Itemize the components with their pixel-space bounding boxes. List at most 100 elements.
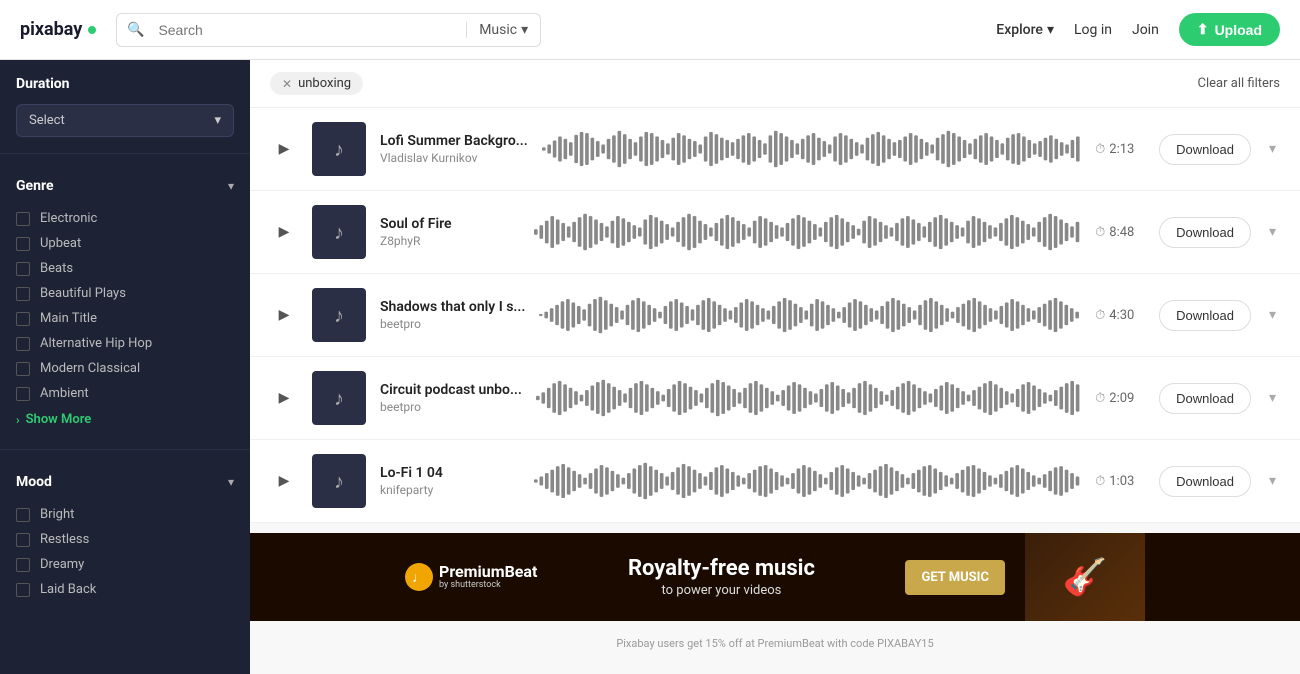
genre-filter-item[interactable]: Electronic	[16, 206, 234, 231]
expand-button[interactable]: ▾	[1265, 386, 1280, 410]
genre-filter-item[interactable]: Upbeat	[16, 231, 234, 256]
mood-label: Restless	[40, 532, 89, 547]
download-button[interactable]: Download	[1159, 300, 1251, 331]
track-duration: ⏱ 4:30	[1095, 308, 1145, 323]
mood-checkbox[interactable]	[16, 558, 30, 572]
waveform[interactable]	[539, 295, 1081, 335]
mood-label: Bright	[40, 507, 74, 522]
waveform[interactable]	[536, 378, 1081, 418]
track-artist: Z8phyR	[380, 234, 520, 248]
expand-button[interactable]: ▾	[1265, 137, 1280, 161]
genre-checkbox[interactable]	[16, 237, 30, 251]
ad-cta-button[interactable]: GET MUSIC	[905, 560, 1005, 595]
chevron-down-icon: ▾	[1047, 22, 1054, 38]
music-note-icon: ♪	[334, 469, 344, 494]
duration-select-label: Select	[29, 113, 65, 128]
genre-filter-item[interactable]: Beats	[16, 256, 234, 281]
explore-button[interactable]: Explore ▾	[996, 22, 1054, 38]
logo-dot	[88, 26, 96, 34]
duration-value: 2:13	[1109, 142, 1134, 157]
genre-checkbox[interactable]	[16, 262, 30, 276]
genre-filter-item[interactable]: Main Title	[16, 306, 234, 331]
duration-value: 2:09	[1109, 391, 1134, 406]
show-more-button[interactable]: › Show More	[16, 406, 234, 433]
clock-icon: ⏱	[1095, 391, 1105, 406]
genre-filter-item[interactable]: Beautiful Plays	[16, 281, 234, 306]
track-artist: Vladislav Kurnikov	[380, 151, 528, 165]
waveform-svg	[536, 378, 1081, 418]
genre-filter-item[interactable]: Ambient	[16, 381, 234, 406]
expand-button[interactable]: ▾	[1265, 303, 1280, 327]
genre-filter-item[interactable]: Modern Classical	[16, 356, 234, 381]
track-list: ▶ ♪ Lofi Summer Backgro... Vladislav Kur…	[250, 108, 1300, 523]
show-more-label: Show More	[26, 412, 92, 427]
track-title: Lo-Fi 1 04	[380, 465, 520, 481]
genre-checkbox[interactable]	[16, 212, 30, 226]
track-info: Circuit podcast unbo... beetpro	[380, 382, 522, 414]
mood-filter-item[interactable]: Dreamy	[16, 552, 234, 577]
track-item: ▶ ♪ Shadows that only I s... beetpro ⏱ 4…	[250, 274, 1300, 357]
chevron-down-icon: ▾	[214, 113, 221, 128]
download-button[interactable]: Download	[1159, 217, 1251, 248]
music-note-icon: ♪	[334, 220, 344, 245]
download-button[interactable]: Download	[1159, 466, 1251, 497]
genre-checkbox[interactable]	[16, 362, 30, 376]
login-button[interactable]: Log in	[1074, 22, 1112, 38]
genre-section-header: Genre ▾	[16, 178, 234, 194]
track-item: ▶ ♪ Soul of Fire Z8phyR ⏱ 8:48 Download …	[250, 191, 1300, 274]
genre-label: Ambient	[40, 386, 89, 401]
clear-filters-button[interactable]: Clear all filters	[1198, 76, 1280, 91]
download-button[interactable]: Download	[1159, 383, 1251, 414]
clock-icon: ⏱	[1095, 225, 1105, 240]
search-icon: 🔍	[117, 22, 154, 38]
divider	[0, 449, 250, 450]
genre-checkbox[interactable]	[16, 337, 30, 351]
genre-checkbox[interactable]	[16, 387, 30, 401]
track-duration: ⏱ 2:13	[1095, 142, 1145, 157]
music-note-icon: ♪	[334, 137, 344, 162]
play-button[interactable]: ▶	[270, 218, 298, 246]
genre-checkbox[interactable]	[16, 287, 30, 301]
track-thumbnail: ♪	[312, 122, 366, 176]
genre-filter-item[interactable]: Alternative Hip Hop	[16, 331, 234, 356]
waveform[interactable]	[542, 129, 1081, 169]
genre-label: Beats	[40, 261, 73, 276]
expand-button[interactable]: ▾	[1265, 469, 1280, 493]
play-button[interactable]: ▶	[270, 467, 298, 495]
track-duration: ⏱ 8:48	[1095, 225, 1145, 240]
upload-button[interactable]: ⬆ Upload	[1179, 13, 1280, 46]
ad-footer: Pixabay users get 15% off at PremiumBeat…	[250, 631, 1300, 656]
mood-checkbox[interactable]	[16, 583, 30, 597]
track-duration: ⏱ 2:09	[1095, 391, 1145, 406]
download-button[interactable]: Download	[1159, 134, 1251, 165]
mood-filter-item[interactable]: Restless	[16, 527, 234, 552]
duration-select[interactable]: Select ▾	[16, 104, 234, 137]
explore-label: Explore	[996, 22, 1043, 38]
chevron-right-icon: ›	[16, 413, 20, 427]
genre-checkbox[interactable]	[16, 312, 30, 326]
search-type-dropdown[interactable]: Music ▾	[466, 22, 540, 38]
mood-filter-item[interactable]: Bright	[16, 502, 234, 527]
mood-filter-item[interactable]: Laid Back	[16, 577, 234, 602]
play-button[interactable]: ▶	[270, 301, 298, 329]
remove-filter-button[interactable]: ✕	[282, 77, 292, 91]
waveform[interactable]	[534, 212, 1081, 252]
track-title: Lofi Summer Backgro...	[380, 133, 528, 149]
play-button[interactable]: ▶	[270, 384, 298, 412]
chevron-up-icon: ▾	[228, 475, 234, 489]
duration-value: 8:48	[1109, 225, 1134, 240]
waveform-svg	[542, 129, 1081, 169]
duration-value: 1:03	[1109, 474, 1134, 489]
play-button[interactable]: ▶	[270, 135, 298, 163]
mood-checkbox[interactable]	[16, 508, 30, 522]
search-input[interactable]	[154, 14, 466, 46]
divider	[0, 153, 250, 154]
join-button[interactable]: Join	[1132, 22, 1159, 38]
track-title: Circuit podcast unbo...	[380, 382, 522, 398]
waveform-svg	[534, 212, 1081, 252]
waveform[interactable]	[534, 461, 1081, 501]
mood-checkbox[interactable]	[16, 533, 30, 547]
expand-button[interactable]: ▾	[1265, 220, 1280, 244]
ad-text: Royalty-free music to power your videos	[557, 556, 885, 597]
track-item: ▶ ♪ Lofi Summer Backgro... Vladislav Kur…	[250, 108, 1300, 191]
